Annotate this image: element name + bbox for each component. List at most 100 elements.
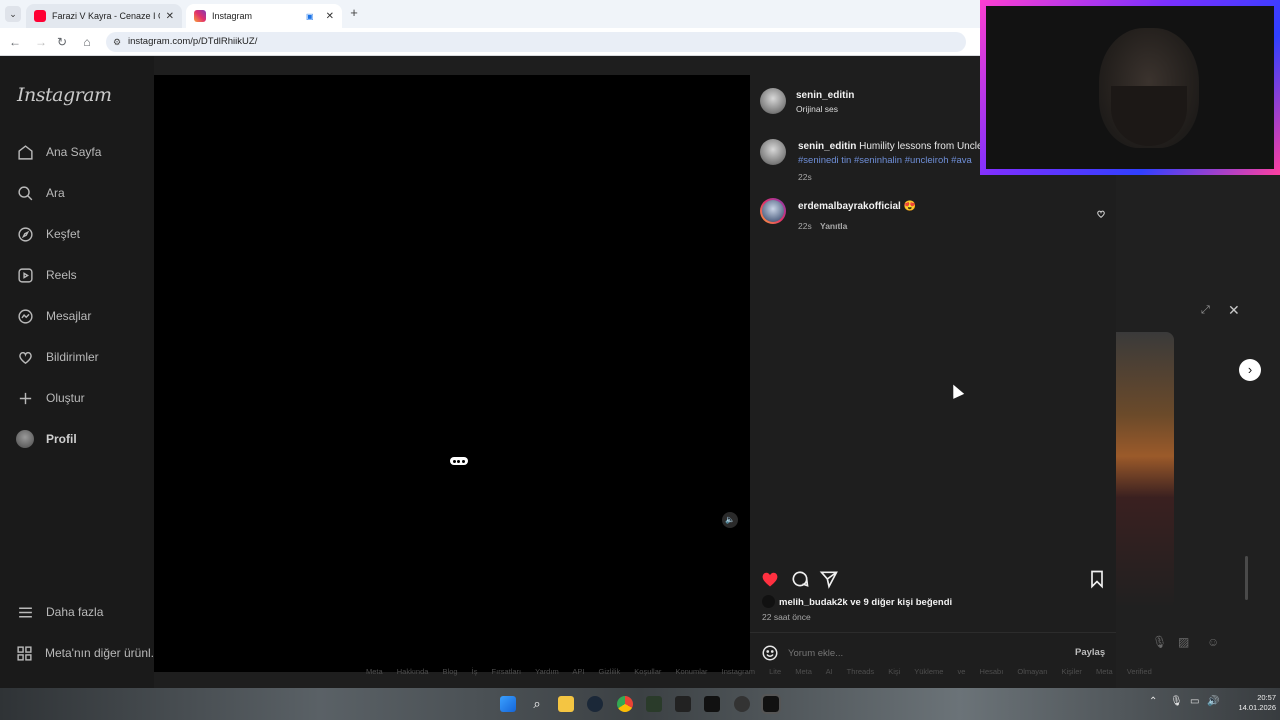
volume-icon[interactable]: 🔊 (1207, 696, 1219, 707)
sidebar-item-reels[interactable]: Reels (16, 264, 77, 286)
url-bar[interactable]: ⚙ instagram.com/p/DTdlRhiikUZ/ (106, 32, 966, 52)
background-preview (1116, 332, 1174, 608)
obs-icon[interactable] (734, 696, 750, 712)
liker-avatar[interactable] (762, 595, 775, 608)
chevron-up-icon[interactable]: ⌃ (1149, 696, 1157, 707)
sidebar-item-label: Reels (46, 268, 77, 282)
expand-icon[interactable]: ⤢ (1201, 304, 1210, 317)
reply-button[interactable]: Yanıtla (820, 221, 847, 231)
emoji-icon[interactable] (761, 644, 779, 667)
footer-links[interactable]: Meta Hakkında Blog İş Fırsatları Yardım … (366, 667, 1152, 676)
compass-icon (16, 225, 34, 243)
forward-icon[interactable]: → (33, 34, 49, 50)
instagram-logo[interactable]: Instagram (17, 84, 112, 106)
capcut-active-icon[interactable] (761, 694, 781, 714)
sidebar: Instagram Ana Sayfa Ara Keşfet Reels Mes… (0, 56, 156, 688)
url-text: instagram.com/p/DTdlRhiikUZ/ (128, 36, 258, 47)
messenger-icon (16, 307, 34, 325)
save-button[interactable] (1087, 569, 1107, 594)
comment-like-icon[interactable] (1096, 206, 1106, 224)
sidebar-item-label: Mesajlar (46, 309, 92, 323)
share-button[interactable] (819, 569, 839, 594)
sidebar-item-search[interactable]: Ara (16, 182, 65, 204)
clock-date: 14.01.2026 (1238, 703, 1276, 712)
sidebar-item-label: Meta'nın diğer ürünl... (45, 646, 156, 660)
post-date: 22 saat önce (762, 612, 811, 622)
site-info-icon[interactable]: ⚙ (113, 32, 121, 52)
comment-text: 😍 (903, 201, 917, 212)
tab-title: Instagram (212, 11, 253, 21)
heart-icon (16, 348, 34, 366)
caption-hashtags[interactable]: #seninedi tin #seninhalin #uncleiroh #av… (798, 155, 972, 166)
sticker-icon[interactable]: ☺ (1207, 635, 1219, 649)
reels-icon (16, 266, 34, 284)
like-button[interactable] (760, 569, 780, 594)
grid-icon (16, 644, 33, 662)
tab-youtube[interactable]: Farazi V Kayra - Cenaze I Ölülerle Dans … (26, 4, 182, 28)
sidebar-item-label: Oluştur (46, 391, 85, 405)
new-tab-button[interactable]: + (347, 6, 361, 22)
volume-icon[interactable]: 🔈 (722, 512, 738, 528)
close-icon[interactable]: ✕ (166, 11, 174, 22)
sidebar-item-label: Daha fazla (46, 605, 104, 619)
chrome-icon[interactable] (617, 696, 633, 712)
sidebar-item-create[interactable]: Oluştur (16, 387, 85, 409)
sidebar-item-more[interactable]: Daha fazla (16, 601, 103, 623)
sidebar-item-notifications[interactable]: Bildirimler (16, 346, 99, 368)
sidebar-item-label: Keşfet (46, 227, 81, 241)
comment-input[interactable] (788, 644, 1058, 662)
instagram-icon (194, 10, 206, 22)
likes-text[interactable]: melih_budak2k ve 9 diğer kişi beğendi (779, 597, 952, 608)
capcut-icon[interactable] (704, 696, 720, 712)
terminal-icon[interactable] (646, 696, 662, 712)
author-avatar[interactable] (760, 88, 786, 114)
reload-icon[interactable]: ↻ (54, 34, 70, 50)
post-actions (750, 563, 1116, 591)
sidebar-item-messages[interactable]: Mesajlar (16, 305, 91, 327)
epic-games-icon[interactable] (675, 696, 691, 712)
sidebar-item-profile[interactable]: Profil (16, 428, 77, 450)
comment-composer: Paylaş (750, 632, 1116, 672)
close-icon[interactable]: ✕ (1228, 302, 1240, 319)
comment-button[interactable] (790, 569, 810, 594)
file-explorer-icon[interactable] (558, 696, 574, 712)
audio-label[interactable]: Orijinal ses (796, 104, 838, 114)
close-icon[interactable]: ✕ (326, 11, 334, 22)
tab-instagram[interactable]: Instagram ▣ ✕ (186, 4, 342, 28)
caption-username[interactable]: senin_editin (798, 141, 856, 152)
tab-search-button[interactable]: ⌄ (5, 6, 21, 22)
sidebar-item-label: Profil (46, 432, 77, 446)
home-icon[interactable]: ⌂ (79, 34, 95, 50)
caption-time: 22s (798, 172, 812, 182)
microphone-icon[interactable]: 🎙 (1170, 696, 1183, 707)
scrollbar[interactable] (1245, 556, 1248, 600)
sidebar-item-meta[interactable]: Meta'nın diğer ürünl... (16, 642, 156, 664)
commenter-avatar[interactable] (760, 198, 786, 224)
network-icon[interactable]: ▭ (1190, 696, 1199, 707)
post-comment-button[interactable]: Paylaş (1075, 647, 1105, 658)
windows-taskbar: ⌕ ⌃ 🎙 ▭ 🔊 20:57 14.01.2026 (0, 688, 1280, 720)
comment-username[interactable]: erdemalbayrakofficial (798, 201, 901, 212)
image-icon[interactable]: ▨ (1178, 635, 1189, 649)
next-post-button[interactable]: › (1239, 359, 1261, 381)
author-username[interactable]: senin_editin (796, 90, 854, 101)
media-playing-icon[interactable]: ▣ (306, 12, 314, 21)
reel-video[interactable]: 🔈 (154, 75, 750, 672)
tab-title: Farazi V Kayra - Cenaze I Ölülerle Dans (52, 11, 160, 21)
back-icon[interactable]: ← (7, 34, 23, 50)
caption-avatar[interactable] (760, 139, 786, 165)
loading-indicator (450, 457, 468, 465)
windows-start-icon[interactable] (500, 696, 516, 712)
sidebar-item-home[interactable]: Ana Sayfa (16, 141, 101, 163)
caption-text: Humility lessons from Uncle (859, 141, 983, 152)
system-clock[interactable]: 20:57 14.01.2026 (1222, 693, 1276, 713)
home-icon (16, 143, 34, 161)
microphone-icon[interactable]: 🎙 (1152, 635, 1167, 649)
steam-icon[interactable] (587, 696, 603, 712)
sidebar-item-label: Bildirimler (46, 350, 99, 364)
sidebar-item-explore[interactable]: Keşfet (16, 223, 80, 245)
sidebar-item-label: Ara (46, 186, 65, 200)
search-icon[interactable]: ⌕ (529, 696, 545, 712)
youtube-icon (34, 10, 46, 22)
comment-time: 22s (798, 221, 812, 231)
